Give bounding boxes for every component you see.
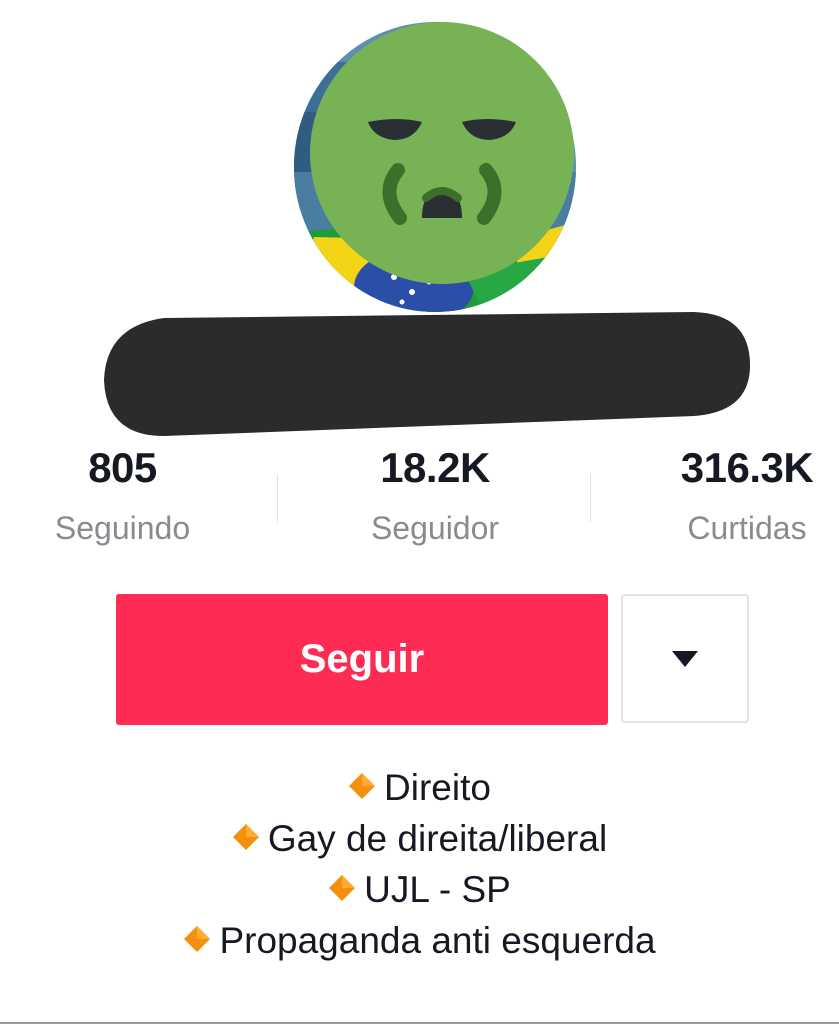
- profile-bio: Direito Gay de direita/liberal UJL - SP …: [0, 762, 839, 966]
- orange-diamond-icon: [183, 920, 211, 962]
- stat-following[interactable]: 805 Seguindo: [20, 440, 225, 550]
- stat-followers[interactable]: 18.2K Seguidor: [330, 440, 540, 550]
- orange-diamond-icon: [232, 818, 260, 860]
- stat-divider: [277, 474, 278, 522]
- username-redaction: [104, 312, 751, 436]
- following-count: 805: [88, 444, 157, 491]
- suggested-accounts-dropdown-button[interactable]: [621, 594, 749, 723]
- bio-line: Gay de direita/liberal: [0, 813, 839, 864]
- followers-label: Seguidor: [370, 510, 500, 546]
- bio-text: Direito: [384, 766, 491, 808]
- bio-line: Direito: [0, 762, 839, 813]
- stat-likes: 316.3K Curtidas: [655, 440, 839, 550]
- stat-divider: [590, 474, 591, 522]
- bio-text: UJL - SP: [364, 868, 511, 910]
- bio-text: Gay de direita/liberal: [267, 817, 608, 859]
- caret-down-icon: [672, 650, 698, 667]
- profile-avatar[interactable]: [294, 22, 576, 312]
- bio-line: Propaganda anti esquerda: [0, 915, 839, 966]
- followers-count: 18.2K: [380, 444, 490, 491]
- bio-text: Propaganda anti esquerda: [219, 919, 656, 961]
- likes-label: Curtidas: [687, 510, 807, 546]
- following-label: Seguindo: [54, 510, 191, 546]
- orange-diamond-icon: [328, 869, 356, 911]
- profile-stats: 805 Seguindo 18.2K Seguidor 316.3K Curti…: [0, 440, 839, 560]
- likes-count: 316.3K: [680, 444, 814, 491]
- bio-line: UJL - SP: [0, 864, 839, 915]
- follow-button[interactable]: Seguir: [116, 594, 608, 725]
- nauseated-face-icon: [310, 22, 574, 284]
- orange-diamond-icon: [348, 767, 376, 809]
